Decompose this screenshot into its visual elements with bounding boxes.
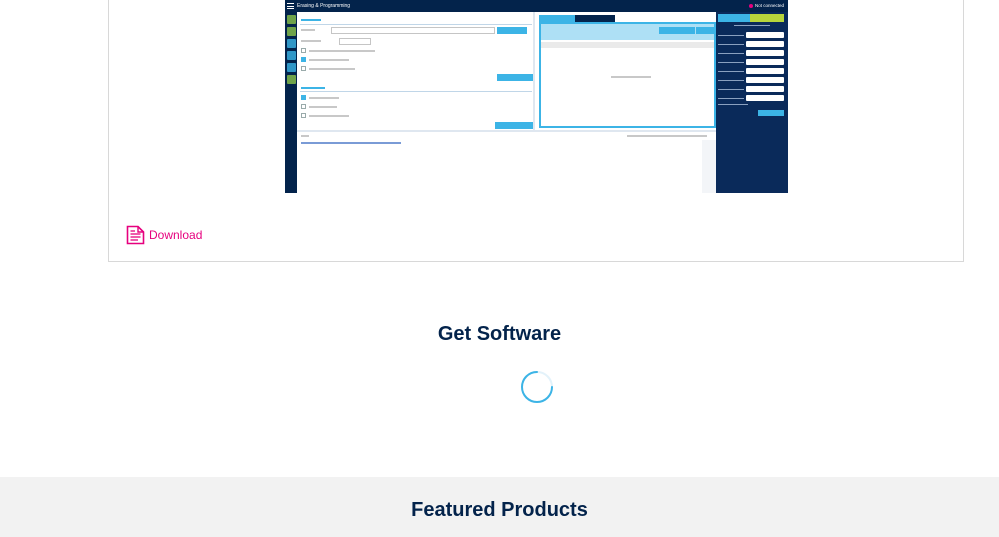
download-icon (286, 27, 296, 36)
download-link[interactable]: Download (126, 225, 202, 245)
cpu-icon (286, 51, 296, 60)
document-icon (126, 225, 145, 245)
screenshot-left-toolbar (285, 12, 297, 193)
connection-config-panel (716, 12, 788, 193)
swv-icon (286, 63, 296, 72)
status-dot-icon (748, 3, 753, 8)
download-settings-panel (297, 12, 535, 130)
log-panel (297, 130, 716, 193)
get-software-heading: Get Software (437, 323, 562, 345)
screenshot-title: Erasing & Programming (297, 3, 351, 9)
pencil-icon (286, 15, 296, 24)
download-label[interactable]: Download (149, 228, 202, 242)
security-icon (286, 75, 296, 84)
screenshot-main-area (297, 12, 716, 193)
flash-memory-panel (537, 12, 716, 130)
hamburger-icon (287, 3, 294, 9)
connection-status: Not connected (748, 0, 784, 12)
screenshot-titlebar: Erasing & Programming Not connected (285, 0, 788, 12)
featured-products-section: Featured Products (0, 477, 999, 537)
software-screenshot: Erasing & Programming Not connected (285, 0, 788, 193)
spinner-icon (521, 371, 553, 403)
ob-icon (286, 39, 296, 48)
featured-products-heading: Featured Products (411, 499, 588, 521)
